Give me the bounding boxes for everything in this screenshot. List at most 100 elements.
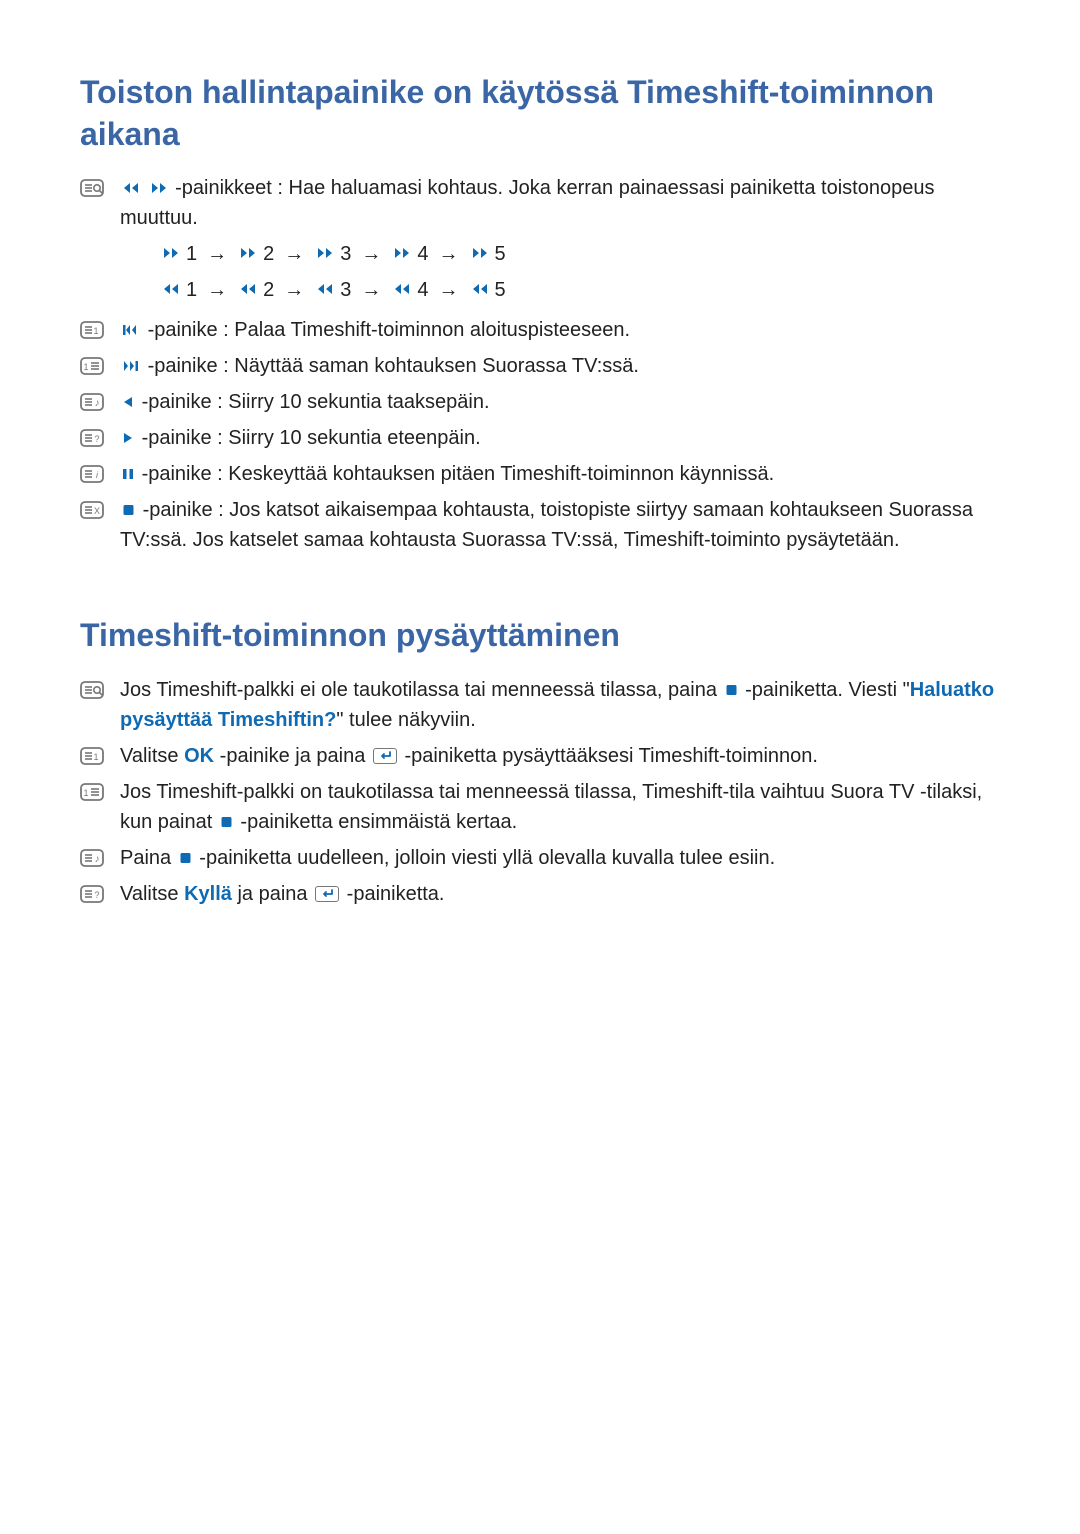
- rewind-icon: [471, 282, 489, 296]
- bullet-icon: 1: [80, 351, 120, 377]
- s1-item5-text: -painike : Keskeyttää kohtauksen pitäen …: [142, 463, 775, 485]
- section2-title: Timeshift-toiminnon pysäyttäminen: [80, 615, 1008, 657]
- rw-step: 1: [186, 275, 197, 305]
- svg-text:♪: ♪: [95, 854, 100, 865]
- ff-step: 3: [340, 239, 351, 269]
- rewind-icon: [162, 282, 180, 296]
- svg-text:?: ?: [94, 890, 99, 900]
- s1-item2-text: -painike : Näyttää saman kohtauksen Suor…: [148, 355, 639, 377]
- s2-item4-mid: ja paina: [232, 883, 313, 905]
- stop-icon: [179, 851, 192, 865]
- arrow-icon: →: [433, 275, 465, 305]
- bullet-icon: [80, 675, 120, 701]
- ff-step: 4: [417, 239, 428, 269]
- svg-text:X: X: [94, 506, 100, 516]
- s1-item-4: ? -painike : Siirry 10 sekuntia eteenpäi…: [80, 423, 1008, 453]
- svg-text:i: i: [96, 470, 99, 480]
- svg-text:?: ?: [94, 434, 99, 444]
- fast-forward-icon: [162, 246, 180, 260]
- s2-item-3: ♪ Paina -painiketta uudelleen, jolloin v…: [80, 843, 1008, 873]
- enter-icon: [373, 748, 397, 764]
- s1-item-1: 1 -painike : Palaa Timeshift-toiminnon a…: [80, 315, 1008, 345]
- rewind-icon: [393, 282, 411, 296]
- fast-forward-icon: [471, 246, 489, 260]
- arrow-icon: →: [201, 275, 233, 305]
- svg-text:♪: ♪: [95, 398, 100, 409]
- s1-item6-text: -painike : Jos katsot aikaisempaa kohtau…: [120, 499, 973, 551]
- arrow-icon: →: [201, 239, 233, 269]
- s2-item1-ok: OK: [184, 745, 214, 767]
- ff-step: 5: [495, 239, 506, 269]
- s2-item4-pre: Valitse: [120, 883, 184, 905]
- skip-forward-icon: [122, 359, 140, 373]
- speed-rows: 1 → 2 → 3 → 4 → 5 1 → 2 → 3 → 4: [120, 239, 1008, 305]
- s2-item-2: 1 Jos Timeshift-palkki on taukotilassa t…: [80, 777, 1008, 837]
- s1-item3-text: -painike : Siirry 10 sekuntia taaksepäin…: [142, 391, 490, 413]
- svg-text:1: 1: [83, 788, 88, 798]
- bullet-icon: ?: [80, 879, 120, 905]
- s2-item3-pre: Paina: [120, 847, 177, 869]
- arrow-icon: →: [355, 275, 387, 305]
- rw-step: 2: [263, 275, 274, 305]
- enter-icon: [315, 886, 339, 902]
- s2-item-0: Jos Timeshift-palkki ei ole taukotilassa…: [80, 675, 1008, 735]
- s2-item4-post: -painiketta.: [347, 883, 445, 905]
- bullet-icon: ♪: [80, 387, 120, 413]
- stop-icon: [122, 503, 135, 517]
- arrow-icon: →: [278, 239, 310, 269]
- arrow-icon: →: [278, 275, 310, 305]
- bullet-icon: 1: [80, 777, 120, 803]
- s1-item1-text: -painike : Palaa Timeshift-toiminnon alo…: [148, 319, 630, 341]
- fast-forward-icon: [316, 246, 334, 260]
- left-arrow-icon: [122, 395, 134, 409]
- s1-item-2: 1 -painike : Näyttää saman kohtauksen Su…: [80, 351, 1008, 381]
- arrow-icon: →: [433, 239, 465, 269]
- speed-row-ff: 1 → 2 → 3 → 4 → 5: [160, 239, 1008, 269]
- fast-forward-icon: [393, 246, 411, 260]
- s2-item0-tail: " tulee näkyviin.: [336, 709, 475, 731]
- fast-forward-icon: [239, 246, 257, 260]
- s1-item4-text: -painike : Siirry 10 sekuntia eteenpäin.: [142, 427, 481, 449]
- s1-item-0: -painikkeet : Hae haluamasi kohtaus. Jok…: [80, 173, 1008, 309]
- rw-step: 3: [340, 275, 351, 305]
- rw-step: 4: [417, 275, 428, 305]
- s2-item0-pre: Jos Timeshift-palkki ei ole taukotilassa…: [120, 679, 723, 701]
- s2-item4-yes: Kyllä: [184, 883, 232, 905]
- s1-item-5: i -painike : Keskeyttää kohtauksen pitäe…: [80, 459, 1008, 489]
- s2-item1-mid: -painike ja paina: [214, 745, 371, 767]
- ff-step: 2: [263, 239, 274, 269]
- s1-item-3: ♪ -painike : Siirry 10 sekuntia taaksepä…: [80, 387, 1008, 417]
- bullet-icon: 1: [80, 315, 120, 341]
- section1-title: Toiston hallintapainike on käytössä Time…: [80, 72, 1008, 155]
- bullet-icon: [80, 173, 120, 199]
- svg-text:1: 1: [93, 752, 98, 762]
- rw-step: 5: [495, 275, 506, 305]
- ff-step: 1: [186, 239, 197, 269]
- bullet-icon: i: [80, 459, 120, 485]
- bullet-icon: ♪: [80, 843, 120, 869]
- s2-item-1: 1 Valitse OK -painike ja paina -painiket…: [80, 741, 1008, 771]
- rewind-icon: [316, 282, 334, 296]
- s2-item1-pre: Valitse: [120, 745, 184, 767]
- s1-item-6: X -painike : Jos katsot aikaisempaa koht…: [80, 495, 1008, 555]
- rewind-icon: [239, 282, 257, 296]
- pause-icon: [122, 467, 134, 481]
- s2-item0-post: -painiketta. Viesti ": [745, 679, 910, 701]
- s1-item0-text: -painikkeet : Hae haluamasi kohtaus. Jok…: [120, 177, 934, 229]
- s2-item1-post: -painiketta pysäyttääksesi Timeshift-toi…: [404, 745, 818, 767]
- speed-row-rw: 1 → 2 → 3 → 4 → 5: [160, 275, 1008, 305]
- s2-item3-post: -painiketta uudelleen, jolloin viesti yl…: [199, 847, 775, 869]
- s2-item2-post: -painiketta ensimmäistä kertaa.: [240, 811, 517, 833]
- s2-item-4: ? Valitse Kyllä ja paina -painiketta.: [80, 879, 1008, 909]
- bullet-icon: 1: [80, 741, 120, 767]
- fast-forward-icon: [150, 181, 168, 195]
- manual-page: Toiston hallintapainike on käytössä Time…: [0, 0, 1080, 1534]
- skip-back-icon: [122, 323, 140, 337]
- stop-icon: [725, 683, 738, 697]
- svg-text:1: 1: [93, 326, 98, 336]
- stop-icon: [220, 815, 233, 829]
- right-arrow-icon: [122, 431, 134, 445]
- arrow-icon: →: [355, 239, 387, 269]
- svg-text:1: 1: [83, 362, 88, 372]
- bullet-icon: X: [80, 495, 120, 521]
